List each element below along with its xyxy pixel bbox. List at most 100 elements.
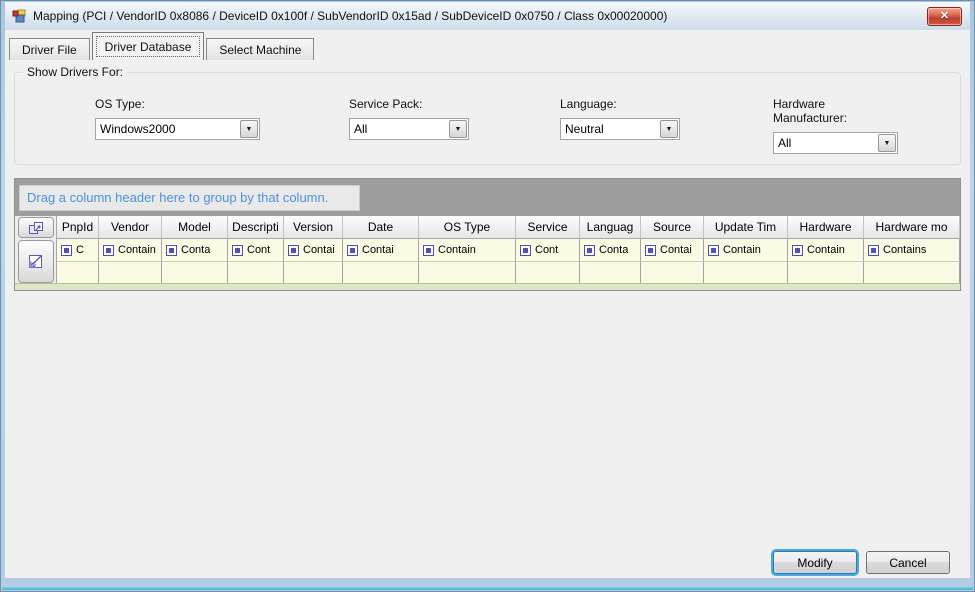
- filter-operator-descripti[interactable]: Cont: [228, 239, 284, 262]
- chevron-down-icon: ▼: [246, 126, 253, 133]
- filter-operator-label: Contain: [438, 244, 476, 256]
- tab-driver-file[interactable]: Driver File: [9, 38, 90, 60]
- filter-operator-icon: [423, 245, 434, 256]
- chevron-down-icon: ▼: [455, 126, 462, 133]
- column-header-version[interactable]: Version: [284, 216, 343, 239]
- filter-operator-label: Contain: [807, 244, 845, 256]
- filter-operator-hardware[interactable]: Contain: [788, 239, 864, 262]
- filter-operator-label: Conta: [181, 244, 210, 256]
- filter-input-descripti[interactable]: [228, 262, 284, 283]
- filter-operator-label: Contains: [883, 244, 926, 256]
- filter-operator-label: Contai: [303, 244, 335, 256]
- os-type-label: OS Type:: [95, 97, 260, 111]
- filter-operator-icon: [166, 245, 177, 256]
- chevron-down-icon: ▼: [666, 126, 673, 133]
- grid-customize-button[interactable]: [18, 217, 54, 238]
- service-pack-label: Service Pack:: [349, 97, 469, 111]
- dropdown-arrow-button[interactable]: ▼: [449, 120, 467, 138]
- filter-operator-icon: [708, 245, 719, 256]
- filter-operator-icon: [520, 245, 531, 256]
- column-header-update-tim[interactable]: Update Tim: [704, 216, 788, 239]
- filter-input-hardware-mo[interactable]: [864, 262, 960, 283]
- filter-input-vendor[interactable]: [99, 262, 162, 283]
- column-header-model[interactable]: Model: [162, 216, 228, 239]
- edit-filter-button[interactable]: [18, 240, 54, 283]
- hardware-manufacturer-dropdown[interactable]: All ▼: [773, 132, 898, 154]
- dropdown-arrow-button[interactable]: ▼: [660, 120, 678, 138]
- tab-select-machine[interactable]: Select Machine: [206, 38, 314, 60]
- dropdown-arrow-button[interactable]: ▼: [240, 120, 258, 138]
- dropdown-arrow-button[interactable]: ▼: [878, 134, 896, 152]
- filter-operator-model[interactable]: Conta: [162, 239, 228, 262]
- grid-columns-area: PnpIdVendorModelDescriptiVersionDateOS T…: [57, 216, 960, 283]
- filter-operator-icon: [584, 245, 595, 256]
- row-indicator-column: [15, 216, 57, 283]
- chevron-down-icon: ▼: [884, 140, 891, 147]
- filter-operator-label: Cont: [535, 244, 558, 256]
- column-header-descripti[interactable]: Descripti: [228, 216, 284, 239]
- filter-operator-icon: [103, 245, 114, 256]
- column-header-source[interactable]: Source: [641, 216, 704, 239]
- column-header-service[interactable]: Service: [516, 216, 580, 239]
- filter-input-pnpid[interactable]: [57, 262, 99, 283]
- modify-button[interactable]: Modify: [773, 551, 857, 574]
- os-type-dropdown[interactable]: Windows2000 ▼: [95, 118, 260, 140]
- show-drivers-groupbox: Show Drivers For: OS Type: Windows2000 ▼…: [14, 72, 961, 165]
- filter-operator-languag[interactable]: Conta: [580, 239, 641, 262]
- column-header-vendor[interactable]: Vendor: [99, 216, 162, 239]
- filter-operator-icon: [61, 245, 72, 256]
- filter-operator-service[interactable]: Cont: [516, 239, 580, 262]
- group-by-drop-area[interactable]: Drag a column header here to group by th…: [19, 185, 360, 211]
- hardware-manufacturer-field: Hardware Manufacturer: All ▼: [773, 97, 898, 154]
- filter-operator-date[interactable]: Contai: [343, 239, 419, 262]
- column-header-pnpid[interactable]: PnpId: [57, 216, 99, 239]
- filter-operator-label: Conta: [599, 244, 628, 256]
- close-icon: ✕: [940, 10, 949, 22]
- filter-operator-label: Contai: [660, 244, 692, 256]
- filter-input-date[interactable]: [343, 262, 419, 283]
- filter-input-os-type[interactable]: [419, 262, 516, 283]
- close-button[interactable]: ✕: [927, 7, 962, 26]
- filter-input-service[interactable]: [516, 262, 580, 283]
- column-header-os-type[interactable]: OS Type: [419, 216, 516, 239]
- column-header-languag[interactable]: Languag: [580, 216, 641, 239]
- filter-input-update-tim[interactable]: [704, 262, 788, 283]
- edit-filter-icon: [28, 254, 43, 269]
- cancel-button[interactable]: Cancel: [866, 551, 950, 574]
- filter-operator-hardware-mo[interactable]: Contains: [864, 239, 960, 262]
- language-value: Neutral: [561, 122, 659, 136]
- groupbox-title: Show Drivers For:: [23, 65, 127, 79]
- filter-input-languag[interactable]: [580, 262, 641, 283]
- filter-input-version[interactable]: [284, 262, 343, 283]
- filter-input-model[interactable]: [162, 262, 228, 283]
- filter-input-hardware[interactable]: [788, 262, 864, 283]
- language-dropdown[interactable]: Neutral ▼: [560, 118, 680, 140]
- tab-driver-database[interactable]: Driver Database: [92, 32, 205, 60]
- filter-operator-update-tim[interactable]: Contain: [704, 239, 788, 262]
- filter-operator-label: Contain: [118, 244, 156, 256]
- filter-operator-icon: [347, 245, 358, 256]
- tab-label: Driver Database: [105, 40, 192, 54]
- tab-label: Driver File: [22, 43, 77, 57]
- filter-operator-source[interactable]: Contai: [641, 239, 704, 262]
- filter-operator-icon: [288, 245, 299, 256]
- filter-operator-icon: [645, 245, 656, 256]
- column-header-hardware[interactable]: Hardware: [788, 216, 864, 239]
- language-field: Language: Neutral ▼: [560, 97, 680, 140]
- filter-input-row: [57, 262, 960, 283]
- filter-operator-version[interactable]: Contai: [284, 239, 343, 262]
- grid-rows: PnpIdVendorModelDescriptiVersionDateOS T…: [15, 216, 960, 283]
- filter-operator-row: C Contain Conta Cont Contai Contai Contain Cont…: [57, 239, 960, 262]
- filter-operator-pnpid[interactable]: C: [57, 239, 99, 262]
- column-header-hardware-mo[interactable]: Hardware mo: [864, 216, 960, 239]
- filter-operator-os-type[interactable]: Contain: [419, 239, 516, 262]
- filter-operator-icon: [792, 245, 803, 256]
- grid-empty-area: [15, 283, 960, 290]
- service-pack-dropdown[interactable]: All ▼: [349, 118, 469, 140]
- filter-operator-vendor[interactable]: Contain: [99, 239, 162, 262]
- title-bar[interactable]: Mapping (PCI / VendorID 0x8086 / DeviceI…: [5, 2, 970, 30]
- column-header-date[interactable]: Date: [343, 216, 419, 239]
- filter-input-source[interactable]: [641, 262, 704, 283]
- tab-label: Select Machine: [219, 43, 301, 57]
- filter-operator-label: Contai: [362, 244, 394, 256]
